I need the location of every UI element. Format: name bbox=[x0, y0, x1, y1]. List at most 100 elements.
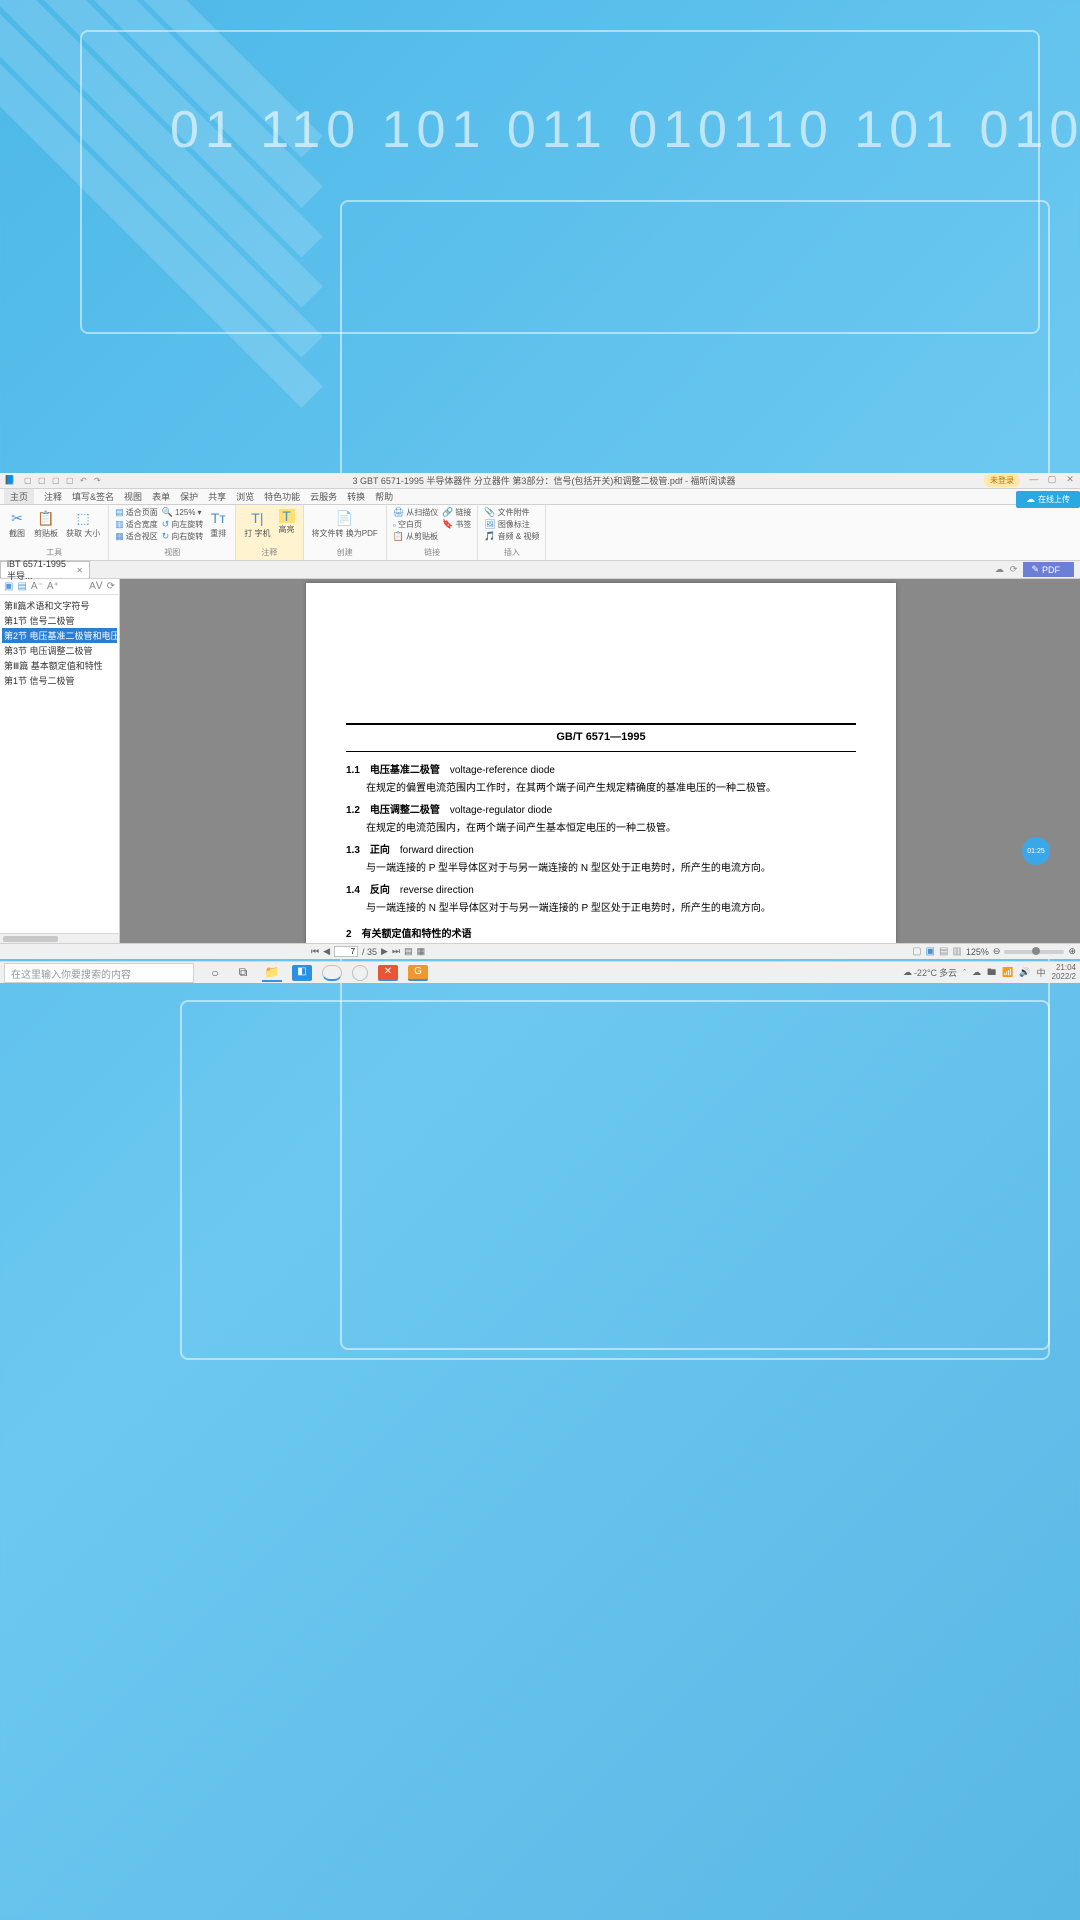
taskbar-clock[interactable]: 21:04 2022/2 bbox=[1052, 964, 1076, 982]
screenshot-button[interactable]: ✂截图 bbox=[6, 507, 28, 541]
login-badge[interactable]: 未登录 bbox=[984, 474, 1020, 487]
tab-browse[interactable]: 浏览 bbox=[236, 490, 254, 503]
outline-item[interactable]: 第Ⅲ篇 基本额定值和特性 bbox=[2, 658, 117, 673]
zoom-in-button[interactable]: ⊕ bbox=[1068, 946, 1076, 957]
outline-refresh-icon[interactable]: ⟳ bbox=[107, 581, 115, 592]
blank-page-button[interactable]: ▫空白页 bbox=[393, 519, 438, 530]
page-layout-icon[interactable]: ▤ bbox=[404, 946, 413, 957]
attachment-button[interactable]: 📎文件附件 bbox=[484, 507, 539, 518]
tray-battery-icon[interactable]: 🖿 bbox=[987, 965, 996, 981]
app-icon-5[interactable]: G bbox=[408, 965, 428, 981]
clipboard-button[interactable]: 📋剪贴板 bbox=[32, 507, 60, 541]
fit-viewport-button[interactable]: ▦适合视区 bbox=[115, 531, 158, 542]
weather-widget[interactable]: ☁ -22°C 多云 bbox=[903, 966, 957, 979]
tab-annotate[interactable]: 注释 bbox=[44, 490, 62, 503]
fit-page-button[interactable]: ▤适合页面 bbox=[115, 507, 158, 518]
tab-home[interactable]: 主页 bbox=[4, 489, 34, 504]
actual-size-button[interactable]: ⬚获取 大小 bbox=[64, 507, 102, 541]
from-clipboard-button[interactable]: 📋从剪贴板 bbox=[393, 531, 438, 542]
taskbar-search-input[interactable]: 在这里输入你要搜索的内容 bbox=[4, 963, 194, 983]
tab-form[interactable]: 表单 bbox=[152, 490, 170, 503]
tray-volume-icon[interactable]: 🔊 bbox=[1019, 967, 1030, 978]
background-binary-text: 01 110 101 011 010110 101 0101 bbox=[170, 100, 1080, 160]
rotate-left-button[interactable]: ↺向左旋转 bbox=[162, 519, 204, 530]
task-view-icon[interactable]: ⧉ bbox=[234, 964, 252, 982]
page-viewport[interactable]: GB/T 6571—1995 1.1 电压基准二极管 voltage-refer… bbox=[120, 579, 1080, 943]
group-create-label: 创建 bbox=[310, 547, 380, 558]
outline-panel: ▣ ▤ A⁻ A⁺ Aᐯ ⟳ 第Ⅱ篇术语和文字符号 第1节 信号二极管 第2节 … bbox=[0, 579, 120, 943]
tray-ime-icon[interactable]: 中 bbox=[1037, 966, 1046, 979]
cortana-icon[interactable]: ○ bbox=[206, 964, 224, 982]
page-thumb-icon[interactable]: ▦ bbox=[417, 946, 426, 957]
highlight-button[interactable]: T高亮 bbox=[277, 507, 297, 537]
outline-scrollbar[interactable] bbox=[0, 933, 119, 943]
last-page-button[interactable]: ⏭ bbox=[392, 946, 400, 957]
image-annotation-button[interactable]: 🖼图像标注 bbox=[484, 519, 539, 530]
undo-icon[interactable]: ↶ bbox=[80, 476, 90, 486]
view-mode-2-icon[interactable]: ▣ bbox=[926, 946, 935, 957]
document-tab[interactable]: iBT 6571-1995 半导... ✕ bbox=[0, 561, 90, 578]
from-scanner-button[interactable]: 🖨从扫描仪 bbox=[393, 507, 438, 518]
audio-video-button[interactable]: 🎵音频 & 视频 bbox=[484, 531, 539, 542]
tab-cloud[interactable]: 云服务 bbox=[310, 490, 337, 503]
tab-features[interactable]: 特色功能 bbox=[264, 490, 300, 503]
pdf-badge[interactable]: ✎PDF bbox=[1023, 562, 1074, 577]
open-icon[interactable]: ▢ bbox=[38, 476, 48, 486]
tab-view[interactable]: 视图 bbox=[124, 490, 142, 503]
group-view-label: 视图 bbox=[115, 547, 229, 558]
outline-item[interactable]: 第1节 信号二极管 bbox=[2, 673, 117, 688]
maximize-button[interactable]: ▢ bbox=[1044, 474, 1060, 487]
new-icon[interactable]: ▢ bbox=[24, 476, 34, 486]
reflow-button[interactable]: Tт重排 bbox=[207, 507, 229, 541]
first-page-button[interactable]: ⏮ bbox=[311, 946, 319, 957]
tab-help[interactable]: 帮助 bbox=[375, 490, 393, 503]
fit-width-button[interactable]: ▥适合宽度 bbox=[115, 519, 158, 530]
outline-item-selected[interactable]: 第2节 电压基准二极管和电压调整二极 bbox=[2, 628, 117, 643]
tray-wifi-icon[interactable]: 📶 bbox=[1002, 967, 1013, 978]
share-icon[interactable]: ⟳ bbox=[1010, 564, 1018, 575]
convert-pdf-button[interactable]: 📄将文件转 换为PDF bbox=[310, 507, 380, 541]
app-icon-4[interactable]: ✕ bbox=[378, 965, 398, 981]
outline-item[interactable]: 第1节 信号二极管 bbox=[2, 613, 117, 628]
outline-item[interactable]: 第Ⅱ篇术语和文字符号 bbox=[2, 598, 117, 613]
tray-cloud-icon[interactable]: ☁ bbox=[972, 967, 981, 978]
page-number-input[interactable] bbox=[334, 946, 358, 957]
tab-close-icon[interactable]: ✕ bbox=[76, 566, 83, 575]
pdf-page: GB/T 6571—1995 1.1 电压基准二极管 voltage-refer… bbox=[306, 583, 896, 943]
view-mode-4-icon[interactable]: ▥ bbox=[952, 946, 961, 957]
prev-page-button[interactable]: ◀ bbox=[323, 946, 330, 957]
save-icon[interactable]: ▢ bbox=[52, 476, 62, 486]
app-icon-3[interactable] bbox=[352, 965, 368, 981]
tab-share[interactable]: 共享 bbox=[208, 490, 226, 503]
link-button[interactable]: 🔗链接 bbox=[442, 507, 471, 518]
font-smaller-icon[interactable]: A⁻ bbox=[31, 581, 43, 592]
app-icon-2[interactable] bbox=[322, 965, 342, 981]
print-icon[interactable]: ▢ bbox=[66, 476, 76, 486]
collapse-all-icon[interactable]: ▤ bbox=[17, 581, 26, 592]
zoom-dropdown[interactable]: 🔍125% ▾ bbox=[162, 507, 204, 518]
typewriter-button[interactable]: T|打 字机 bbox=[242, 507, 272, 541]
file-explorer-icon[interactable]: 📁 bbox=[262, 964, 282, 982]
rotate-right-button[interactable]: ↻向右旋转 bbox=[162, 531, 204, 542]
tray-chevron-icon[interactable]: ˆ bbox=[963, 968, 966, 978]
outline-item[interactable]: 第3节 电压调整二极管 bbox=[2, 643, 117, 658]
view-mode-3-icon[interactable]: ▤ bbox=[939, 946, 948, 957]
cloud-upload-button[interactable]: ☁ 在线上传 bbox=[1016, 491, 1080, 508]
tab-convert[interactable]: 转换 bbox=[347, 490, 365, 503]
view-mode-1-icon[interactable]: ▢ bbox=[912, 946, 921, 957]
redo-icon[interactable]: ↷ bbox=[94, 476, 104, 486]
zoom-out-button[interactable]: ⊖ bbox=[993, 946, 1001, 957]
tab-protect[interactable]: 保护 bbox=[180, 490, 198, 503]
outline-settings-icon[interactable]: Aᐯ bbox=[89, 581, 103, 592]
tab-fill-sign[interactable]: 填写&签名 bbox=[72, 490, 114, 503]
close-button[interactable]: ✕ bbox=[1062, 474, 1078, 487]
cloud-sync-icon[interactable]: ☁ bbox=[995, 564, 1004, 575]
bookmark-button[interactable]: 🔖书签 bbox=[442, 519, 471, 530]
zoom-slider[interactable] bbox=[1004, 950, 1064, 954]
app-icon-1[interactable]: ◧ bbox=[292, 965, 312, 981]
floating-timer-badge[interactable]: 01:25 bbox=[1022, 837, 1050, 865]
font-larger-icon[interactable]: A⁺ bbox=[47, 581, 59, 592]
minimize-button[interactable]: — bbox=[1026, 474, 1042, 487]
next-page-button[interactable]: ▶ bbox=[381, 946, 388, 957]
expand-all-icon[interactable]: ▣ bbox=[4, 581, 13, 592]
